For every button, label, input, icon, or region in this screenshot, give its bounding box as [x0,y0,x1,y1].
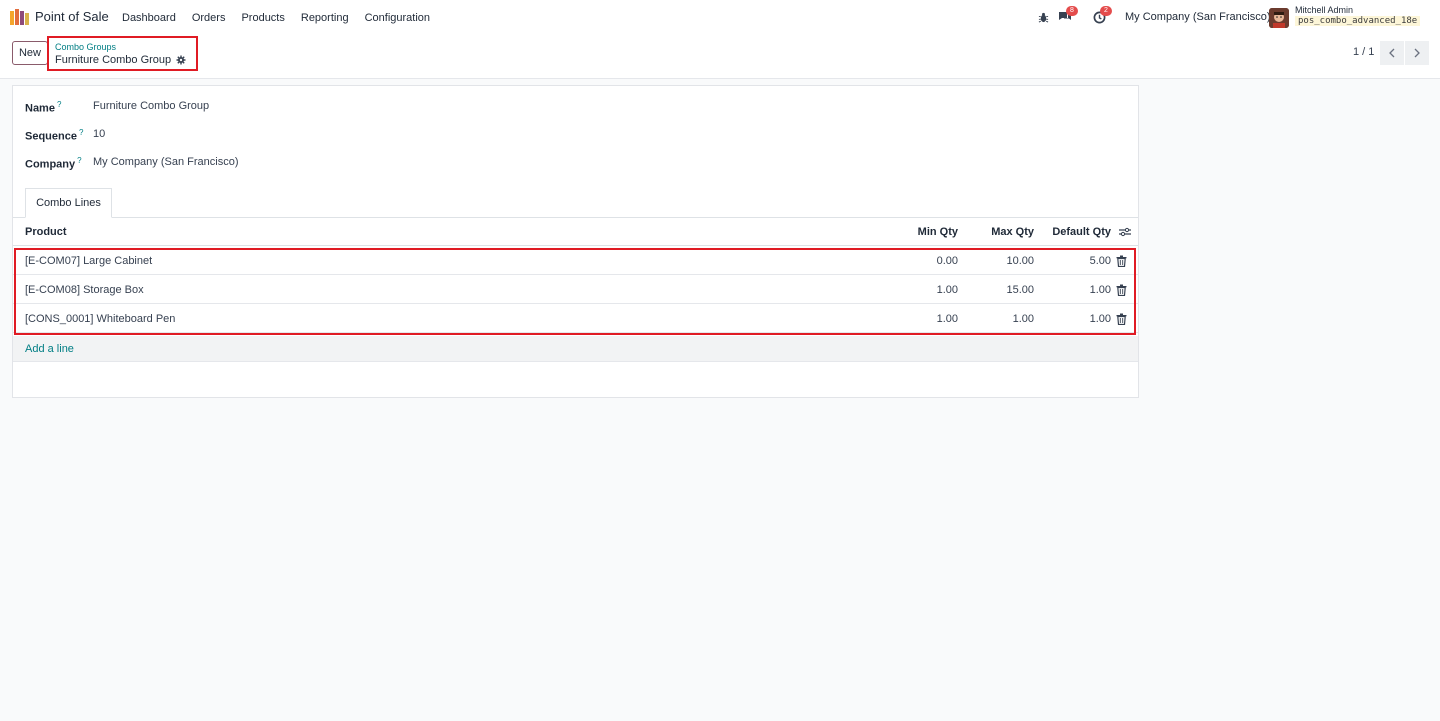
breadcrumb: Combo Groups Furniture Combo Group [47,36,198,71]
app-name[interactable]: Point of Sale [35,9,109,24]
pos-app-icon[interactable] [10,9,30,25]
main-menu: Dashboard Orders Products Reporting Conf… [114,0,438,35]
pager-value[interactable]: 1 / 1 [1353,46,1374,58]
menu-orders[interactable]: Orders [184,12,234,24]
tab-combo-lines[interactable]: Combo Lines [25,188,112,218]
column-header-product[interactable]: Product [25,226,67,238]
activities-count-badge: 2 [1100,6,1112,16]
debug-bug-icon[interactable] [1036,10,1050,24]
company-label: Company? [25,156,82,171]
company-switcher[interactable]: My Company (San Francisco) [1125,11,1271,23]
tab-divider [13,217,1138,218]
column-header-max-qty[interactable]: Max Qty [974,226,1034,238]
gear-icon[interactable] [176,55,186,65]
combo-lines-highlight [14,248,1136,335]
company-field[interactable]: My Company (San Francisco) [93,156,239,168]
user-name[interactable]: Mitchell Admin [1295,5,1353,15]
optional-columns-toggle-icon[interactable] [1119,227,1131,237]
name-field[interactable]: Furniture Combo Group [93,100,209,112]
breadcrumb-current: Furniture Combo Group [55,54,186,66]
chevron-right-icon [1414,48,1420,58]
company-help-icon[interactable]: ? [77,156,81,165]
database-name: pos_combo_advanced_18e [1295,16,1421,26]
add-line-row: Add a line [13,336,1138,362]
activities-clock-icon[interactable]: 2 [1092,6,1112,24]
chevron-left-icon [1389,48,1395,58]
form-sheet: Name? Furniture Combo Group Sequence? 10… [12,85,1139,398]
add-line-link[interactable]: Add a line [25,343,74,355]
sequence-label: Sequence? [25,128,84,143]
column-header-min-qty[interactable]: Min Qty [898,226,958,238]
record-title: Furniture Combo Group [55,54,172,66]
menu-dashboard[interactable]: Dashboard [114,12,184,24]
name-help-icon[interactable]: ? [57,100,61,109]
new-button[interactable]: New [12,41,48,65]
name-label: Name? [25,100,62,115]
column-header-default-qty[interactable]: Default Qty [1031,226,1111,238]
control-panel: New Combo Groups Furniture Combo Group 1… [0,35,1440,79]
user-avatar[interactable] [1269,8,1289,28]
sequence-field[interactable]: 10 [93,128,105,140]
top-navbar: Point of Sale Dashboard Orders Products … [0,0,1440,35]
messages-count-badge: 8 [1066,6,1078,16]
menu-reporting[interactable]: Reporting [293,12,357,24]
pager-next-button[interactable] [1405,41,1429,65]
sequence-help-icon[interactable]: ? [79,128,83,137]
table-header-divider [13,245,1138,246]
menu-configuration[interactable]: Configuration [357,12,438,24]
breadcrumb-parent-link[interactable]: Combo Groups [55,42,116,52]
pager-previous-button[interactable] [1380,41,1404,65]
menu-products[interactable]: Products [233,12,292,24]
messages-icon[interactable]: 8 [1058,6,1078,24]
